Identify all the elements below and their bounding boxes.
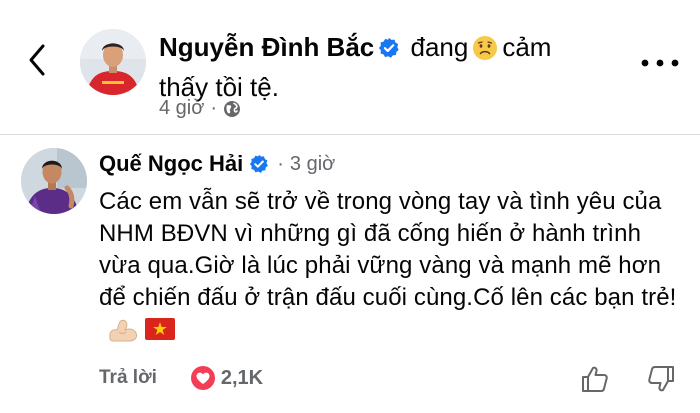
verified-badge-icon (379, 37, 399, 58)
post-author-name[interactable]: Nguyễn Đình Bắc (159, 32, 374, 62)
comment-time[interactable]: 3 giờ (290, 150, 335, 178)
comment-author-avatar[interactable] (21, 148, 87, 214)
flexed-biceps-emoji (109, 319, 138, 342)
post-meta: 4 giờ · (159, 97, 241, 120)
comment-text-content: Các em vẫn sẽ trở về trong vòng tay và t… (99, 188, 677, 311)
thumbs-down-icon[interactable] (646, 364, 676, 394)
vietnam-flag-emoji (145, 318, 175, 340)
comment-header: Quế Ngọc Hải · 3 giờ (99, 150, 335, 178)
reaction-count: 2,1K (220, 366, 264, 389)
comment-actions: Trả lời 2,1K (99, 366, 263, 390)
post-heading: Nguyễn Đình Bắc đang cảm thấy tồi tệ. (159, 27, 629, 107)
reaction-summary[interactable]: 2,1K (190, 366, 264, 390)
more-options-icon[interactable] (639, 55, 681, 71)
comment-text: Các em vẫn sẽ trở về trong vòng tay và t… (99, 186, 679, 346)
comment-author-name[interactable]: Quế Ngọc Hải (99, 150, 243, 178)
post-time[interactable]: 4 giờ (159, 97, 204, 120)
meta-separator: · (210, 97, 218, 119)
thumbs-up-icon[interactable] (580, 364, 610, 394)
verified-badge-icon (250, 154, 269, 173)
heart-reaction-icon (190, 366, 215, 390)
reply-button[interactable]: Trả lời (99, 367, 157, 389)
sad-face-emoji (473, 36, 498, 60)
globe-icon (224, 100, 241, 117)
comment-meta-separator: · (277, 153, 284, 175)
back-chevron-icon[interactable] (22, 40, 52, 80)
feeling-prefix: đang (410, 32, 469, 62)
feeling-text-line1: cảm (502, 32, 552, 62)
post-author-avatar[interactable] (80, 29, 146, 95)
section-divider (0, 134, 700, 135)
